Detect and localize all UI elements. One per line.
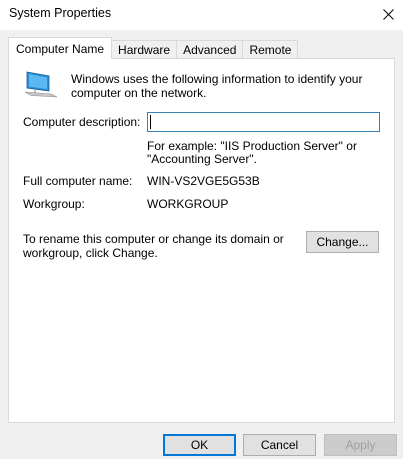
tab-computer-name[interactable]: Computer Name	[8, 37, 113, 59]
close-button[interactable]	[373, 0, 403, 28]
apply-button: Apply	[324, 434, 397, 456]
tab-hardware[interactable]: Hardware	[111, 40, 178, 59]
close-icon	[382, 8, 394, 20]
window-title: System Properties	[9, 6, 112, 20]
full-computer-name-value: WIN-VS2VGE5G53B	[147, 174, 260, 188]
rename-instructions: To rename this computer or change its do…	[23, 232, 284, 260]
computer-icon	[24, 71, 58, 98]
computer-description-input[interactable]	[147, 112, 380, 132]
workgroup-label: Workgroup:	[23, 197, 85, 211]
dialog-client-area: Computer Name Hardware Advanced Remote W…	[0, 30, 403, 459]
computer-description-label: Computer description:	[23, 115, 141, 129]
tab-remote[interactable]: Remote	[242, 40, 299, 59]
tab-advanced[interactable]: Advanced	[176, 40, 244, 59]
change-button[interactable]: Change...	[306, 231, 379, 253]
cancel-button[interactable]: Cancel	[243, 434, 316, 456]
full-computer-name-label: Full computer name:	[23, 174, 133, 188]
workgroup-value: WORKGROUP	[147, 197, 229, 211]
tab-strip: Computer Name Hardware Advanced Remote	[8, 37, 299, 59]
intro-text: Windows uses the following information t…	[71, 72, 363, 100]
computer-name-panel: Windows uses the following information t…	[8, 58, 395, 423]
description-example-text: For example: "IIS Production Server" or …	[147, 139, 357, 166]
title-bar: System Properties	[0, 0, 403, 30]
ok-button[interactable]: OK	[163, 434, 236, 456]
text-caret	[150, 115, 151, 129]
